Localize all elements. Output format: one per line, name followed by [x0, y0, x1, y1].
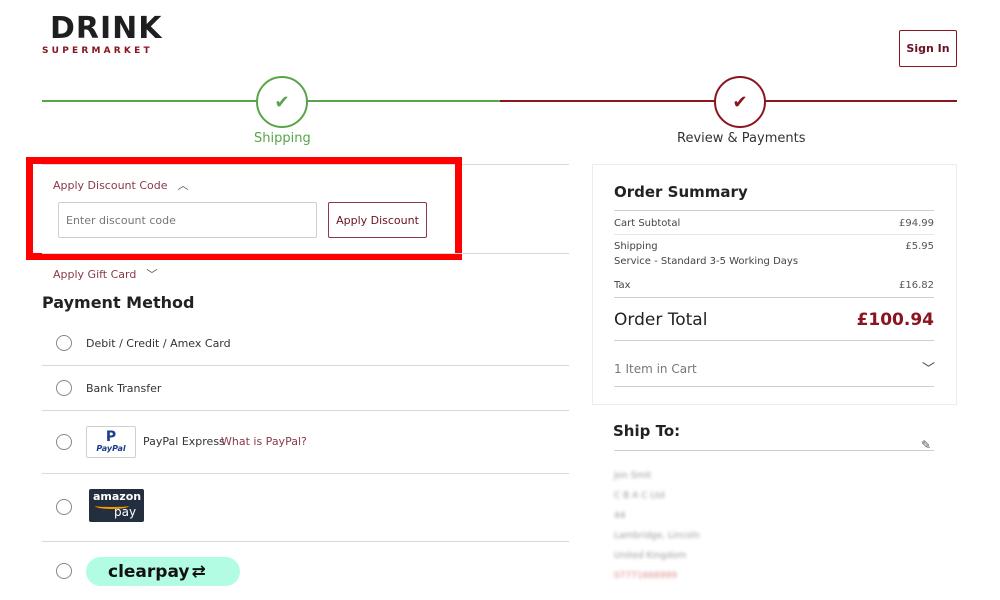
payment-radio-bank-transfer[interactable] [56, 380, 72, 396]
divider [614, 210, 934, 211]
paypal-logo: P PayPal [86, 426, 136, 458]
divider [614, 450, 934, 451]
what-is-paypal-link[interactable]: What is PayPal? [221, 435, 307, 448]
address-line: C B A C Ltd [614, 491, 665, 501]
ship-to-title: Ship To: [613, 422, 681, 440]
paypal-logo-word: PayPal [96, 444, 126, 453]
shipping-value: £5.95 [905, 241, 934, 252]
address-line: 44 [614, 511, 626, 521]
cart-subtotal-label: Cart Subtotal [614, 218, 681, 229]
paypal-logo-p: P [105, 429, 117, 445]
address-line: Lambridge, Lincoln [614, 531, 700, 541]
payment-radio-amazon-pay[interactable] [56, 499, 72, 515]
step-shipping-label[interactable]: Shipping [254, 131, 311, 146]
amazon-pay-word: pay [114, 505, 137, 519]
step-review-check-icon: ✔ [714, 76, 766, 128]
items-in-cart-toggle[interactable]: 1 Item in Cart [614, 362, 697, 376]
address-line: United Kingdom [614, 551, 687, 561]
highlight-annotation-box [26, 157, 462, 260]
sign-in-button[interactable]: Sign In [899, 30, 957, 67]
divider [42, 365, 569, 366]
divider [614, 386, 934, 387]
amazon-pay-logo: amazon pay [89, 489, 144, 522]
apply-gift-card-label: Apply Gift Card [53, 267, 137, 281]
address-phone: 07771666999 [614, 571, 677, 581]
order-total-value: £100.94 [856, 310, 934, 330]
clearpay-logo-word: clearpay [108, 561, 190, 582]
step-shipping-check-icon[interactable]: ✔ [256, 76, 308, 128]
divider [42, 253, 569, 254]
cart-subtotal-value: £94.99 [899, 218, 934, 229]
chevron-down-icon[interactable]: ﹀ [922, 358, 935, 377]
payment-label-bank-transfer[interactable]: Bank Transfer [86, 382, 161, 395]
logo-main-text: DRINK [50, 11, 163, 46]
order-total-label: Order Total [614, 310, 708, 330]
payment-radio-card[interactable] [56, 335, 72, 351]
payment-radio-paypal[interactable] [56, 434, 72, 450]
clearpay-logo: clearpay ⇄ [86, 557, 240, 586]
chevron-down-icon: ﹀ [146, 268, 158, 281]
tax-label: Tax [614, 280, 631, 291]
edit-pencil-icon[interactable]: ✎ [921, 438, 931, 452]
divider [42, 473, 569, 474]
divider [614, 297, 934, 298]
address-line: Jon Smit [614, 471, 652, 481]
tax-value: £16.82 [899, 280, 934, 291]
divider [42, 410, 569, 411]
payment-label-card[interactable]: Debit / Credit / Amex Card [86, 337, 231, 350]
store-logo[interactable]: DRINK SUPERMARKET [42, 12, 162, 60]
apply-gift-card-toggle[interactable]: Apply Gift Card ﹀ [53, 266, 157, 282]
clearpay-arrows-icon: ⇄ [191, 561, 206, 582]
payment-radio-clearpay[interactable] [56, 563, 72, 579]
divider [614, 340, 934, 341]
logo-sub-text: SUPERMARKET [42, 46, 153, 56]
divider [42, 541, 569, 542]
order-summary-title: Order Summary [614, 183, 748, 201]
payment-label-paypal[interactable]: PayPal Express [143, 435, 225, 448]
amazon-logo-word: amazon [93, 490, 142, 503]
payment-method-title: Payment Method [42, 293, 195, 312]
shipping-service: Service - Standard 3-5 Working Days [614, 256, 799, 267]
divider [614, 234, 934, 235]
shipping-label: Shipping [614, 241, 658, 252]
step-review-label: Review & Payments [677, 131, 806, 146]
